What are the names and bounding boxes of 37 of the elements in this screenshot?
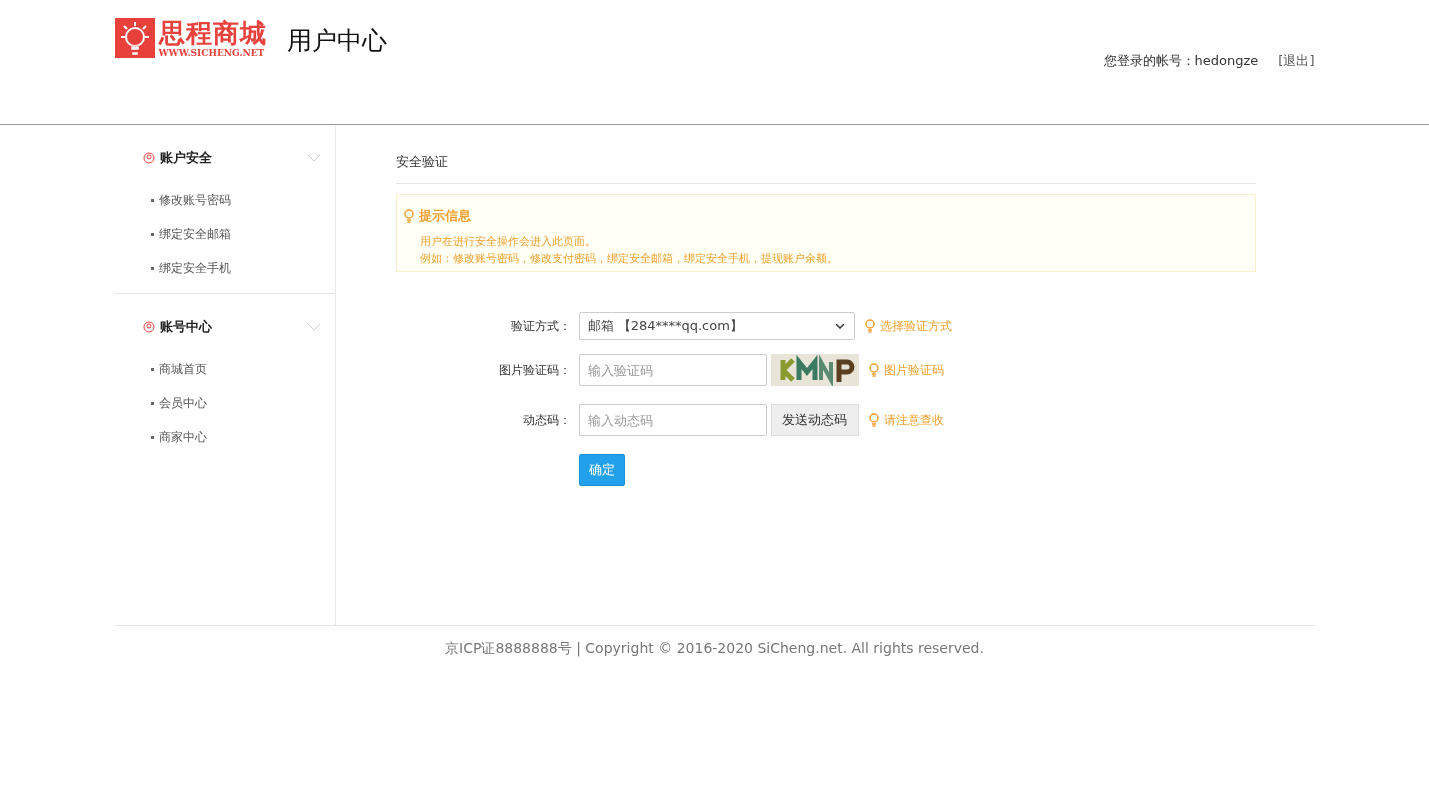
verify-method-select[interactable]: 邮箱 【284****qq.com】 bbox=[578, 312, 855, 340]
sidebar-item[interactable]: 商城首页 bbox=[114, 352, 335, 386]
sidebar-group-title: 账户安全 bbox=[159, 149, 212, 167]
input-field[interactable]: 输入验证码 bbox=[578, 354, 767, 386]
account-label: 您登录的帐号：hedongze bbox=[1103, 52, 1259, 70]
caret-icon bbox=[835, 323, 844, 329]
field-label: 动态码： bbox=[521, 411, 571, 429]
sidebar-item[interactable]: 修改账号密码 bbox=[114, 183, 335, 217]
logo-url: WWW.SICHENG.NET bbox=[158, 48, 266, 58]
field-label: 验证方式： bbox=[509, 317, 571, 335]
hint-text: 选择验证方式 bbox=[879, 317, 952, 335]
sidebar-group-header[interactable]: 账户安全 bbox=[114, 137, 335, 179]
page-title: 用户中心 bbox=[286, 25, 387, 57]
notice-text: 例如：修改账号密码，修改支付密码，绑定安全邮箱，绑定安全手机，提现账户余额。 bbox=[418, 251, 839, 267]
logo-name: 思程商城 bbox=[158, 18, 267, 48]
logout-link[interactable]: [退出] bbox=[1278, 52, 1315, 70]
footer-copyright: 京ICP证8888888号 | Copyright © 2016-2020 SiCheng.net. All rights reserved. bbox=[445, 640, 984, 656]
hint-text: 图片验证码 bbox=[883, 361, 944, 379]
lightbulb-icon bbox=[864, 319, 875, 333]
sidebar-item[interactable]: 绑定安全邮箱 bbox=[114, 217, 335, 251]
field-label: 图片验证码： bbox=[497, 361, 571, 379]
lightbulb-icon bbox=[403, 209, 414, 223]
sidebar-item[interactable]: 绑定安全手机 bbox=[114, 251, 335, 285]
input-field[interactable]: 输入动态码 bbox=[578, 404, 767, 436]
hint-text: 请注意查收 bbox=[883, 411, 944, 429]
sidebar-group-title: 账号中心 bbox=[159, 318, 212, 336]
user-circle-icon bbox=[142, 152, 155, 164]
send-code-button[interactable]: 发送动态码 bbox=[770, 404, 859, 436]
lightbulb-icon bbox=[868, 413, 879, 427]
sidebar-item[interactable]: 商家中心 bbox=[114, 420, 335, 454]
sidebar-group-header[interactable]: 账号中心 bbox=[114, 306, 335, 348]
lightbulb-icon bbox=[868, 363, 879, 377]
notice-title: 提示信息 bbox=[418, 207, 471, 225]
sidebar-item[interactable]: 会员中心 bbox=[114, 386, 335, 420]
user-circle-icon bbox=[142, 321, 155, 333]
section-title: 安全验证 bbox=[395, 125, 1256, 184]
notice-text: 用户在进行安全操作会进入此页面。 bbox=[418, 234, 597, 250]
